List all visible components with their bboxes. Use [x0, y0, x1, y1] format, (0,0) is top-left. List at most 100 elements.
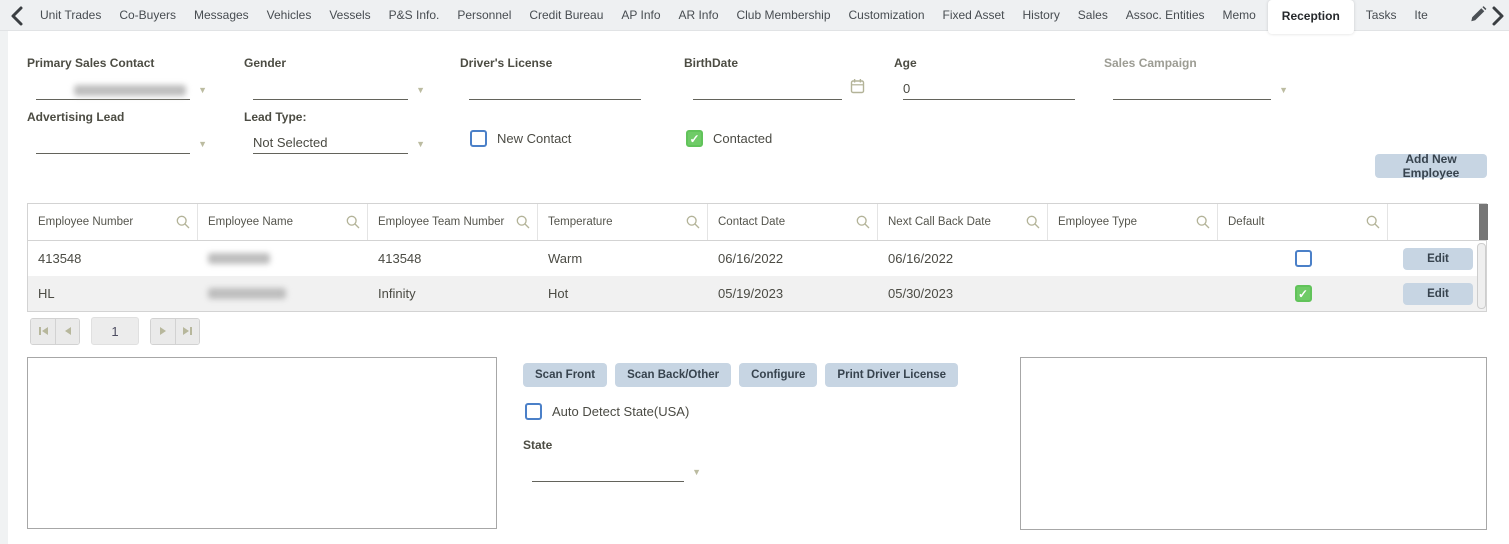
- tab-fixed-asset[interactable]: Fixed Asset: [936, 0, 1010, 30]
- pagination-back-group: [30, 317, 80, 345]
- add-new-employee-button[interactable]: Add New Employee: [1375, 152, 1487, 180]
- tab-sales[interactable]: Sales: [1072, 0, 1114, 30]
- redacted-value: [74, 85, 186, 96]
- advertising-lead-select[interactable]: ▼: [36, 131, 207, 154]
- column-actions: [1388, 204, 1479, 240]
- auto-detect-state-option: Auto Detect State(USA): [525, 403, 689, 420]
- default-checkbox[interactable]: ✓: [1294, 285, 1312, 302]
- tab-history[interactable]: History: [1016, 0, 1065, 30]
- first-page-button[interactable]: [31, 318, 55, 344]
- forward-chevron-icon[interactable]: [1490, 5, 1506, 27]
- new-contact-option: New Contact: [470, 130, 571, 147]
- tab-credit-bureau[interactable]: Credit Bureau: [523, 0, 609, 30]
- calendar-icon[interactable]: [850, 78, 865, 97]
- cell-employee-name: [198, 241, 368, 276]
- contacted-label: Contacted: [713, 131, 773, 146]
- gender-select[interactable]: ▼: [253, 77, 425, 100]
- tab-vessels[interactable]: Vessels: [323, 0, 376, 30]
- contacted-checkbox[interactable]: ✓: [686, 130, 703, 147]
- tab-items-truncated[interactable]: Ite: [1408, 0, 1433, 30]
- tab-unit-trades[interactable]: Unit Trades: [34, 0, 107, 30]
- column-label: Employee Name: [208, 216, 294, 228]
- state-select[interactable]: ▼: [532, 459, 701, 482]
- lead-type-select[interactable]: Not Selected ▼: [253, 131, 425, 154]
- table-scrollbar-thumb[interactable]: [1477, 243, 1486, 309]
- table-row[interactable]: HL Infinity Hot 05/19/2023 05/30/2023 ✓ …: [28, 276, 1486, 311]
- cell-actions: Edit: [1388, 241, 1488, 276]
- tab-ps-info[interactable]: P&S Info.: [383, 0, 446, 30]
- search-icon: [516, 215, 530, 229]
- tab-memo[interactable]: Memo: [1216, 0, 1261, 30]
- advertising-lead-label: Advertising Lead: [27, 110, 125, 124]
- print-driver-license-button[interactable]: Print Driver License: [825, 363, 959, 387]
- tab-vehicles[interactable]: Vehicles: [261, 0, 318, 30]
- column-employee-team-number[interactable]: Employee Team Number: [368, 204, 538, 240]
- column-label: Contact Date: [718, 216, 786, 228]
- column-temperature[interactable]: Temperature: [538, 204, 708, 240]
- edit-button[interactable]: Edit: [1403, 247, 1473, 270]
- chevron-down-icon[interactable]: ▼: [416, 139, 425, 149]
- search-icon: [856, 215, 870, 229]
- next-page-icon: [160, 327, 166, 335]
- chevron-down-icon[interactable]: ▼: [416, 85, 425, 95]
- license-back-preview-panel: [1020, 357, 1487, 530]
- tab-tasks[interactable]: Tasks: [1360, 0, 1403, 30]
- tab-customization[interactable]: Customization: [842, 0, 930, 30]
- back-chevron-icon[interactable]: [8, 5, 26, 27]
- table-header: Employee Number Employee Name Employee T…: [28, 204, 1488, 241]
- column-employee-name[interactable]: Employee Name: [198, 204, 368, 240]
- primary-sales-contact-label: Primary Sales Contact: [27, 56, 155, 70]
- table-row[interactable]: 413548 413548 Warm 06/16/2022 06/16/2022…: [28, 241, 1486, 276]
- tab-personnel[interactable]: Personnel: [451, 0, 517, 30]
- column-default[interactable]: Default: [1218, 204, 1388, 240]
- reception-screen: Unit Trades Co-Buyers Messages Vehicles …: [0, 0, 1509, 544]
- cell-contact-date: 05/19/2023: [718, 286, 784, 301]
- tab-ap-info[interactable]: AP Info: [615, 0, 666, 30]
- tab-co-buyers[interactable]: Co-Buyers: [113, 0, 182, 30]
- table-scrollbar-top[interactable]: [1479, 204, 1488, 240]
- scan-button-row: Scan Front Scan Back/Other Configure Pri…: [523, 363, 959, 387]
- tab-assoc-entities[interactable]: Assoc. Entities: [1120, 0, 1211, 30]
- sales-campaign-select[interactable]: ▼: [1113, 77, 1288, 100]
- chevron-down-icon[interactable]: ▼: [198, 85, 207, 95]
- default-checkbox[interactable]: [1294, 250, 1312, 267]
- edit-pencil-icon[interactable]: [1469, 6, 1487, 24]
- drivers-license-input[interactable]: [469, 77, 641, 100]
- search-icon: [686, 215, 700, 229]
- tab-reception[interactable]: Reception: [1267, 0, 1354, 34]
- primary-sales-contact-select[interactable]: ▼: [36, 77, 207, 100]
- contacted-option: ✓ Contacted: [686, 130, 772, 147]
- chevron-down-icon[interactable]: ▼: [1279, 85, 1288, 95]
- chevron-down-icon[interactable]: ▼: [198, 139, 207, 149]
- tab-club-membership[interactable]: Club Membership: [730, 0, 836, 30]
- birthdate-input[interactable]: [693, 77, 865, 100]
- last-page-icon: [183, 327, 189, 335]
- column-next-call-back-date[interactable]: Next Call Back Date: [878, 204, 1048, 240]
- check-icon: ✓: [689, 131, 700, 146]
- configure-button[interactable]: Configure: [739, 363, 818, 387]
- next-page-button[interactable]: [151, 318, 175, 344]
- column-employee-number[interactable]: Employee Number: [28, 204, 198, 240]
- sales-campaign-label: Sales Campaign: [1104, 56, 1197, 70]
- age-value: 0: [903, 81, 911, 96]
- column-contact-date[interactable]: Contact Date: [708, 204, 878, 240]
- scan-back-other-button[interactable]: Scan Back/Other: [615, 363, 732, 387]
- redacted-value: [208, 288, 286, 299]
- cell-contact-date: 06/16/2022: [718, 251, 784, 266]
- tab-messages[interactable]: Messages: [188, 0, 255, 30]
- current-page-indicator[interactable]: 1: [91, 317, 139, 345]
- previous-page-button[interactable]: [55, 318, 79, 344]
- age-input[interactable]: 0: [903, 77, 1075, 100]
- scan-front-button[interactable]: Scan Front: [523, 363, 608, 387]
- new-contact-checkbox[interactable]: [470, 130, 487, 147]
- cell-employee-type: [1048, 241, 1218, 276]
- column-employee-type[interactable]: Employee Type: [1048, 204, 1218, 240]
- auto-detect-state-checkbox[interactable]: [525, 403, 542, 420]
- last-page-button[interactable]: [175, 318, 199, 344]
- chevron-down-icon[interactable]: ▼: [692, 467, 701, 477]
- tab-ar-info[interactable]: AR Info: [672, 0, 724, 30]
- field-advertising-lead: Advertising Lead ▼: [27, 110, 207, 154]
- page-edge: [0, 31, 8, 544]
- cell-default: [1218, 241, 1388, 276]
- edit-button[interactable]: Edit: [1403, 282, 1473, 305]
